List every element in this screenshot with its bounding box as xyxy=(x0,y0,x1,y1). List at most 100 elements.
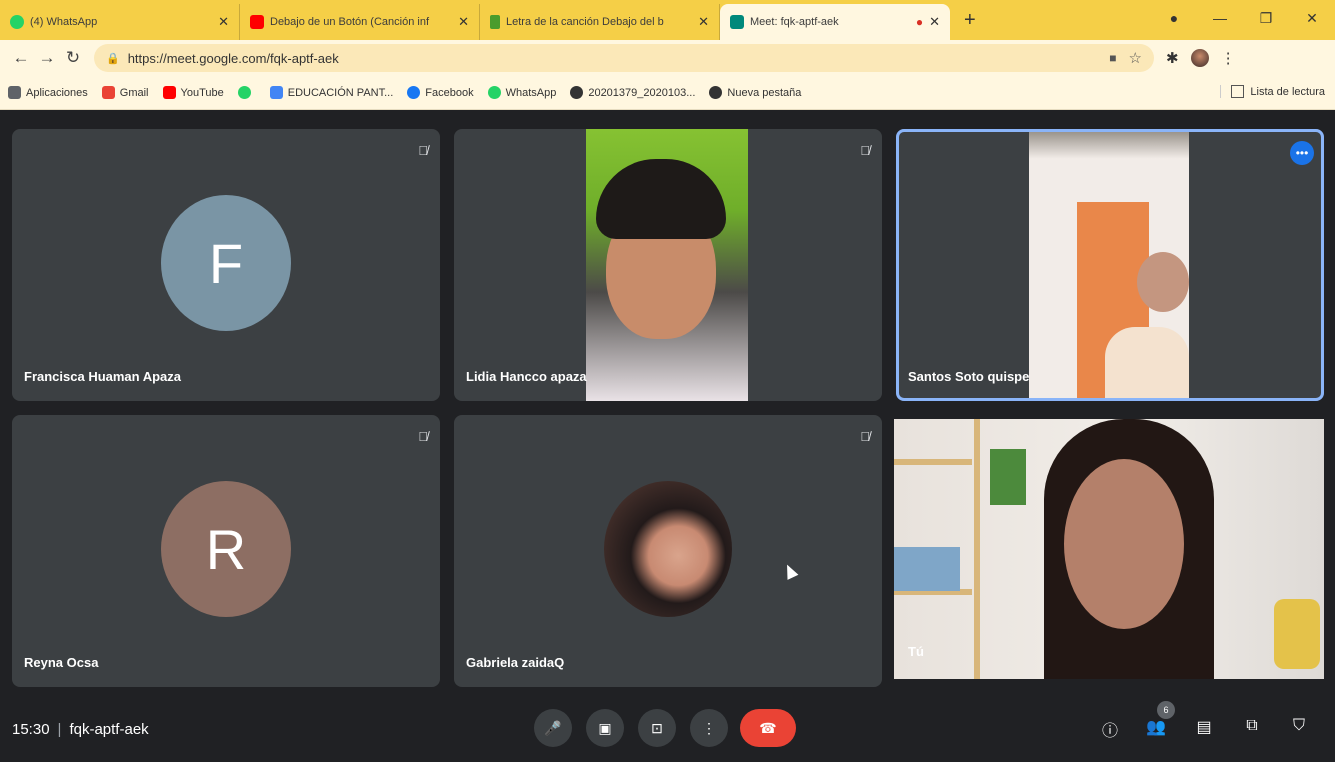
self-video xyxy=(894,419,1324,679)
whatsapp-icon xyxy=(237,86,251,99)
youtube-icon xyxy=(250,15,264,29)
globe-icon xyxy=(709,86,723,99)
participant-tile[interactable]: 🎙̸ F Francisca Huaman Apaza xyxy=(12,129,440,401)
mic-off-icon: 🎙̸ xyxy=(418,143,428,158)
participant-video xyxy=(1029,132,1189,398)
tab-title: Letra de la canción Debajo del b xyxy=(506,16,664,28)
participant-tile[interactable]: ••• Santos Soto quispe xyxy=(896,129,1324,401)
forward-icon[interactable]: → xyxy=(34,48,60,68)
close-icon[interactable]: ✕ xyxy=(458,14,469,30)
participant-name: Reyna Ocsa xyxy=(24,655,99,670)
mic-off-icon: 🎙̸ xyxy=(418,429,428,444)
activities-icon[interactable]: ⧉ xyxy=(1240,717,1264,735)
close-icon[interactable]: ✕ xyxy=(929,14,940,30)
whatsapp-icon xyxy=(10,15,24,29)
extensions-icon[interactable]: ✱ xyxy=(1166,49,1179,67)
avatar: R xyxy=(161,481,291,617)
address-bar[interactable]: 🔒 https://meet.google.com/fqk-aptf-aek ■… xyxy=(94,44,1154,72)
recording-icon: ● xyxy=(915,15,924,29)
leave-call-button[interactable]: ☎ xyxy=(740,709,796,747)
mic-off-icon: 🎙̸ xyxy=(860,143,870,158)
bookmark-label: Nueva pestaña xyxy=(727,86,802,99)
people-icon[interactable]: 👥 xyxy=(1144,717,1168,737)
more-options-button[interactable]: ⋮ xyxy=(690,709,728,747)
chat-icon[interactable]: ▤ xyxy=(1192,717,1216,737)
record-icon[interactable]: ● xyxy=(1151,10,1197,26)
participant-tile[interactable]: 🎙̸ R Reyna Ocsa xyxy=(12,415,440,687)
bookmark-label: Facebook xyxy=(425,86,474,99)
apps-grid-icon xyxy=(8,86,21,99)
reload-icon[interactable]: ↻ xyxy=(60,48,86,68)
microphone-button[interactable]: 🎤 xyxy=(534,709,572,747)
bookmark-whatsapp[interactable]: WhatsApp xyxy=(487,86,557,99)
close-icon[interactable]: ✕ xyxy=(698,14,709,30)
bookmark-youtube[interactable]: YouTube xyxy=(162,86,224,99)
meet-icon xyxy=(730,15,744,29)
tab-title: Debajo de un Botón (Canción inf xyxy=(270,16,429,28)
gmail-icon xyxy=(101,86,115,99)
youtube-icon xyxy=(162,86,176,99)
meet-main: 🎙̸ F Francisca Huaman Apaza 🎙̸ Lidia Han… xyxy=(0,111,1335,762)
separator: | xyxy=(57,721,62,738)
window-close-icon[interactable]: ✕ xyxy=(1289,10,1335,27)
window-controls: ● — ❐ ✕ xyxy=(1151,0,1335,36)
globe-icon xyxy=(570,86,584,99)
present-screen-icon: ⊡ xyxy=(651,719,663,736)
tab-lyrics[interactable]: Letra de la canción Debajo del b ✕ xyxy=(480,4,720,40)
bookmark-facebook[interactable]: Facebook xyxy=(407,86,474,99)
participant-name: Francisca Huaman Apaza xyxy=(24,369,182,384)
participant-name: Santos Soto quispe xyxy=(908,369,1030,384)
lock-icon: 🔒 xyxy=(106,52,120,65)
reading-list[interactable]: Lista de lectura xyxy=(1220,85,1325,98)
star-icon[interactable]: ☆ xyxy=(1129,49,1142,67)
participant-tile[interactable]: 🎙̸ Lidia Hancco apaza xyxy=(454,129,882,401)
back-icon[interactable]: ← xyxy=(8,48,34,68)
close-icon[interactable]: ✕ xyxy=(218,14,229,30)
facebook-icon xyxy=(407,86,421,99)
browser-toolbar: ← → ↻ 🔒 https://meet.google.com/fqk-aptf… xyxy=(0,40,1335,76)
avatar: F xyxy=(161,195,291,331)
bookmark-label: 20201379_2020103... xyxy=(588,86,696,99)
tab-youtube[interactable]: Debajo de un Botón (Canción inf ✕ xyxy=(240,4,480,40)
participant-name: Tú xyxy=(908,644,924,659)
tab-whatsapp[interactable]: (4) WhatsApp ✕ xyxy=(0,4,240,40)
present-button[interactable]: ⊡ xyxy=(638,709,676,747)
profile-photo xyxy=(604,481,732,617)
bookmarks-bar: Aplicaciones Gmail YouTube EDUCACIÓN PAN… xyxy=(0,76,1335,110)
bookmark-new-tab[interactable]: Nueva pestaña xyxy=(709,86,801,99)
whatsapp-icon xyxy=(487,86,501,99)
bookmark-whatsapp-icon-only[interactable] xyxy=(237,86,256,99)
meeting-info: 15:30 | fqk-aptf-aek xyxy=(12,721,149,738)
clock-time: 15:30 xyxy=(12,721,50,738)
bookmark-label: Gmail xyxy=(119,86,149,99)
pencil-icon xyxy=(490,15,500,29)
camera-button[interactable]: ▣ xyxy=(586,709,624,747)
self-view-tile[interactable]: Tú xyxy=(894,419,1324,679)
camera-icon[interactable]: ■ xyxy=(1109,51,1116,65)
tab-title: Meet: fqk-aptf-aek xyxy=(750,16,839,28)
profile-avatar[interactable] xyxy=(1190,49,1209,67)
more-vert-icon: ⋮ xyxy=(702,719,716,736)
bookmark-label: Aplicaciones xyxy=(26,86,88,99)
restore-icon[interactable]: ❐ xyxy=(1243,10,1289,27)
bookmark-file[interactable]: 20201379_2020103... xyxy=(570,86,695,99)
reading-list-label: Lista de lectura xyxy=(1250,85,1325,98)
minimize-icon[interactable]: — xyxy=(1197,10,1243,26)
new-tab-icon[interactable]: + xyxy=(964,9,976,32)
bookmark-label: WhatsApp xyxy=(505,86,557,99)
tab-meet[interactable]: Meet: fqk-aptf-aek ● ✕ xyxy=(720,4,950,40)
bookmark-educacion[interactable]: EDUCACIÓN PANT... xyxy=(269,86,394,99)
info-icon[interactable]: ⓘ xyxy=(1098,717,1122,741)
participant-name: Lidia Hancco apaza xyxy=(466,369,587,384)
mic-off-icon: 🎙̸ xyxy=(860,429,870,444)
menu-icon[interactable]: ⋮ xyxy=(1221,49,1236,67)
host-controls-icon[interactable]: ⛉ xyxy=(1287,717,1311,735)
more-options-icon[interactable]: ••• xyxy=(1290,141,1314,165)
phone-hangup-icon: ☎ xyxy=(759,719,777,736)
bookmark-gmail[interactable]: Gmail xyxy=(101,86,149,99)
participant-tile[interactable]: 🎙̸ Gabriela zaidaQ xyxy=(454,415,882,687)
camera-icon: ▣ xyxy=(598,719,612,736)
bookmark-label: EDUCACIÓN PANT... xyxy=(287,86,394,99)
bookmark-apps[interactable]: Aplicaciones xyxy=(8,86,88,99)
meeting-code: fqk-aptf-aek xyxy=(69,721,149,738)
